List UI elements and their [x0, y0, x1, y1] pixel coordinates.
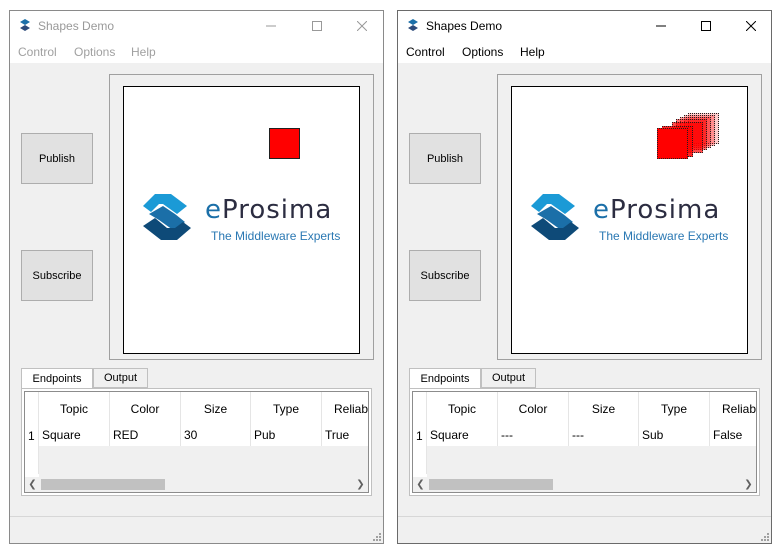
logo-wordmark: eProsima [593, 195, 720, 225]
publish-button[interactable]: Publish [21, 133, 93, 184]
endpoints-panel: Topic Color Size Type Reliabl 1 Square R… [21, 388, 372, 496]
menu-bar: Control Options Help [398, 41, 771, 63]
scroll-right-icon[interactable]: ❯ [741, 477, 756, 492]
eprosima-app-icon [408, 19, 418, 31]
cell-topic: Square [427, 425, 498, 446]
menu-control[interactable]: Control [18, 45, 57, 59]
publisher-window[interactable]: Shapes Demo Control Options Help Publish… [9, 10, 384, 544]
row-index: 1 [28, 429, 35, 443]
published-square-shape [269, 128, 300, 159]
scrollbar-thumb[interactable] [429, 479, 553, 490]
cell-size: --- [569, 425, 639, 446]
resize-grip-icon[interactable] [759, 531, 769, 541]
menu-control[interactable]: Control [406, 45, 445, 59]
menu-options[interactable]: Options [462, 45, 503, 59]
eprosima-logo-icon [531, 194, 579, 240]
column-header-size[interactable]: Size [181, 392, 251, 425]
status-bar [10, 516, 383, 543]
table-empty-area [39, 446, 368, 480]
cell-type: Sub [639, 425, 710, 446]
column-header-color[interactable]: Color [110, 392, 181, 425]
tab-output[interactable]: Output [481, 368, 536, 388]
eprosima-app-icon [20, 19, 30, 31]
table-empty-area [427, 446, 756, 480]
column-header-type[interactable]: Type [639, 392, 710, 425]
tab-endpoints[interactable]: Endpoints [21, 368, 93, 389]
eprosima-logo: eProsima The Middleware Experts [525, 192, 728, 247]
shapes-canvas[interactable]: eProsima The Middleware Experts [511, 86, 748, 354]
column-header-topic[interactable]: Topic [427, 392, 498, 425]
menu-options[interactable]: Options [74, 45, 115, 59]
maximize-button[interactable] [683, 11, 729, 41]
logo-prosima: Prosima [610, 195, 721, 225]
tab-endpoints[interactable]: Endpoints [409, 368, 481, 389]
scroll-left-icon[interactable]: ❮ [413, 477, 428, 492]
canvas-frame: eProsima The Middleware Experts [109, 74, 374, 360]
logo-e: e [593, 195, 610, 225]
cell-topic: Square [39, 425, 110, 446]
cell-size: 30 [181, 425, 251, 446]
horizontal-scrollbar[interactable]: ❮ ❯ [413, 477, 756, 492]
close-icon [746, 21, 756, 31]
canvas-frame: eProsima The Middleware Experts [497, 74, 762, 360]
logo-e: e [205, 195, 222, 225]
maximize-icon [701, 21, 711, 31]
logo-tagline: The Middleware Experts [211, 229, 341, 243]
subscribed-square-shape [657, 128, 688, 159]
scrollbar-thumb[interactable] [41, 479, 165, 490]
endpoints-panel: Topic Color Size Type Reliabl 1 Square -… [409, 388, 760, 496]
subscribe-button[interactable]: Subscribe [21, 250, 93, 301]
minimize-button[interactable] [248, 11, 294, 41]
shapes-canvas[interactable]: eProsima The Middleware Experts [123, 86, 360, 354]
cell-reliable: True [325, 428, 350, 442]
horizontal-scrollbar[interactable]: ❮ ❯ [25, 477, 368, 492]
endpoints-table[interactable]: Topic Color Size Type Reliabl 1 Square -… [412, 391, 757, 493]
close-button[interactable] [728, 11, 774, 41]
minimize-button[interactable] [638, 11, 684, 41]
cell-reliable: False [713, 428, 743, 442]
title-bar[interactable]: Shapes Demo [398, 11, 771, 41]
close-icon [357, 21, 367, 31]
column-header-color[interactable]: Color [498, 392, 569, 425]
maximize-button[interactable] [294, 11, 340, 41]
subscribe-button[interactable]: Subscribe [409, 250, 481, 301]
logo-tagline: The Middleware Experts [599, 229, 729, 243]
scroll-left-icon[interactable]: ❮ [25, 477, 40, 492]
endpoints-table[interactable]: Topic Color Size Type Reliabl 1 Square R… [24, 391, 369, 493]
eprosima-logo: eProsima The Middleware Experts [137, 192, 340, 247]
column-header-topic[interactable]: Topic [39, 392, 110, 425]
column-header-type[interactable]: Type [251, 392, 322, 425]
row-index: 1 [416, 429, 423, 443]
menu-bar: Control Options Help [10, 41, 383, 63]
logo-prosima: Prosima [222, 195, 333, 225]
minimize-icon [266, 25, 276, 27]
publish-button[interactable]: Publish [409, 133, 481, 184]
column-header-reliable[interactable]: Reliabl [322, 392, 368, 425]
resize-grip-icon[interactable] [371, 531, 381, 541]
subscriber-window[interactable]: Shapes Demo Control Options Help Publish… [397, 10, 772, 544]
logo-wordmark: eProsima [205, 195, 332, 225]
menu-help[interactable]: Help [520, 45, 545, 59]
tab-output[interactable]: Output [93, 368, 148, 388]
column-header-size[interactable]: Size [569, 392, 639, 425]
column-header-reliable[interactable]: Reliabl [710, 392, 756, 425]
cell-color: --- [498, 425, 569, 446]
close-button[interactable] [339, 11, 385, 41]
title-bar[interactable]: Shapes Demo [10, 11, 383, 41]
eprosima-logo-icon [143, 194, 191, 240]
window-title: Shapes Demo [38, 19, 115, 33]
maximize-icon [312, 21, 322, 31]
menu-help[interactable]: Help [131, 45, 156, 59]
status-bar [398, 516, 771, 543]
scroll-right-icon[interactable]: ❯ [353, 477, 368, 492]
minimize-icon [656, 25, 666, 27]
window-title: Shapes Demo [426, 19, 503, 33]
cell-type: Pub [251, 425, 322, 446]
cell-color: RED [110, 425, 181, 446]
